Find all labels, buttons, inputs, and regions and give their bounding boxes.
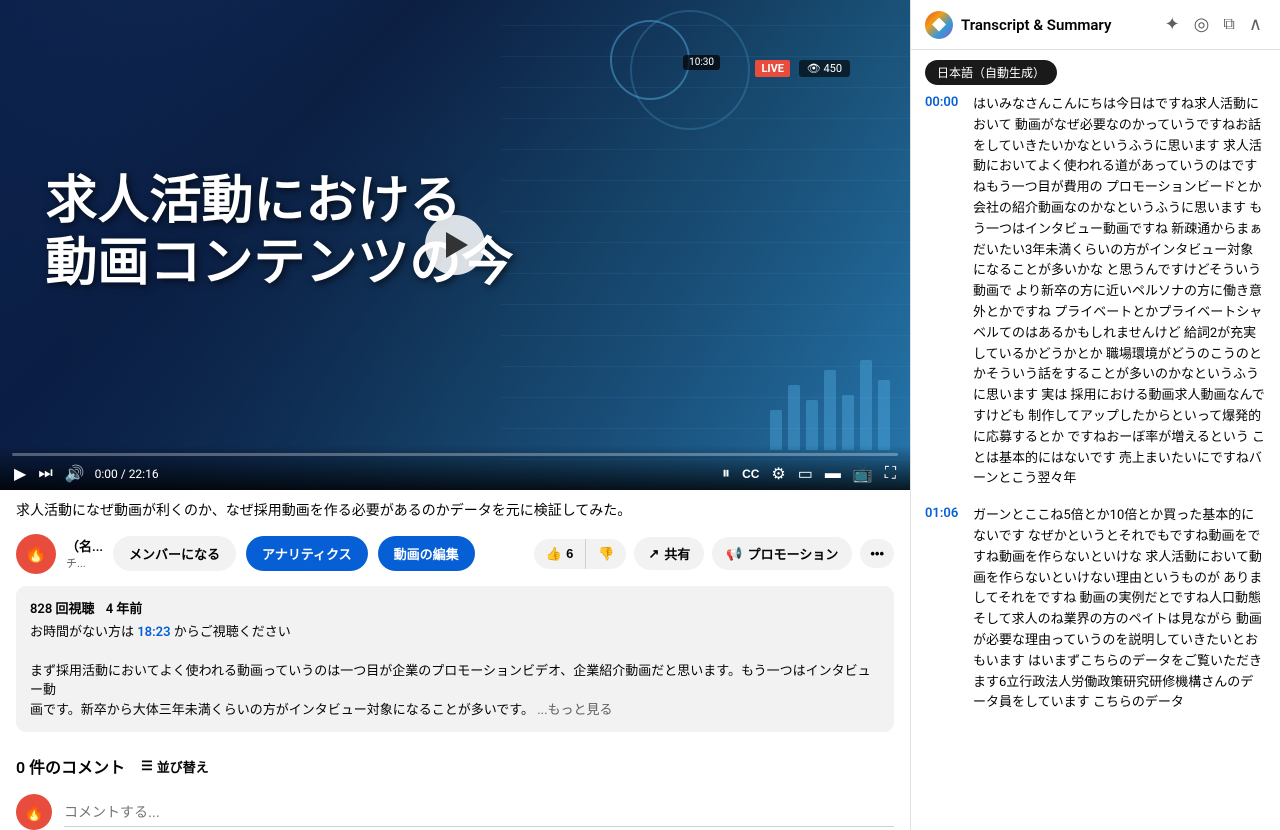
body-line2: 画です。新卒から大体三年未満くらいの方がインタビュー対象になることが多いです。	[30, 703, 534, 718]
transcript-entry-1: 01:06 ガーンとここね5倍とか10倍とか買った基本的にないです なぜかという…	[925, 506, 1266, 714]
edit-button[interactable]: 動画の編集	[378, 536, 475, 571]
dislike-button[interactable]: 👎	[586, 539, 626, 569]
settings-control[interactable]: ⚙	[769, 464, 787, 484]
comment-input-row: 🔥	[16, 794, 894, 830]
captions-control[interactable]: CC	[740, 467, 761, 481]
transcript-time-0[interactable]: 00:00	[925, 95, 961, 490]
settings-icon-button[interactable]: ◎	[1190, 10, 1214, 39]
transcript-body[interactable]: 00:00 はいみなさんこんにちは今日はですね求人活動において 動画がなぜ必要な…	[911, 95, 1280, 830]
upload-date: 4 年前	[106, 602, 143, 617]
video-meta: 828 回視聴 4 年前	[30, 598, 880, 617]
panel-header-icons: ✦ ◎ ⧉ ∧	[1161, 10, 1266, 39]
progress-bar[interactable]	[12, 453, 898, 456]
bar-7	[878, 380, 890, 450]
bar-1	[770, 410, 782, 450]
transcript-text-1: ガーンとここね5倍とか10倍とか買った基本的にないです なぜかというとそれでもで…	[973, 506, 1266, 714]
bar-2	[788, 385, 800, 450]
live-badge: LIVE	[755, 60, 790, 77]
main-content: LIVE 👁 450 10:30 求人活動における 動画コンテンツの今 ▶ ⏭ …	[0, 0, 910, 830]
play-control[interactable]: ▶	[12, 464, 28, 484]
channel-name: （名...	[66, 536, 103, 555]
body-intro-after: からご視聴ください	[174, 625, 291, 640]
view-count-text: 828 回視聴	[30, 602, 95, 617]
panel-logo	[925, 11, 953, 39]
theater-control[interactable]: ▬	[823, 465, 843, 483]
volume-control[interactable]: 🔊	[63, 464, 87, 484]
transcript-entry-0: 00:00 はいみなさんこんにちは今日はですね求人活動において 動画がなぜ必要な…	[925, 95, 1266, 490]
video-body-text: お時間がない方は 18:23 からご視聴ください まず採用活動においてよく使われ…	[30, 623, 880, 721]
copy-icon-button[interactable]: ⧉	[1219, 12, 1238, 38]
channel-name-block: （名... チ...	[66, 536, 103, 571]
deco-circle-2	[630, 10, 750, 130]
panel-header: Transcript & Summary ✦ ◎ ⧉ ∧	[911, 0, 1280, 50]
next-control[interactable]: ⏭	[36, 465, 54, 483]
bar-6	[860, 360, 872, 450]
below-video: 求人活動になぜ動画が利くのか、なぜ採用動画を作る必要があるのかデータを元に検証し…	[0, 490, 910, 754]
transcript-text-0: はいみなさんこんにちは今日はですね求人活動において 動画がなぜ必要なのかっていう…	[973, 95, 1266, 490]
comment-avatar: 🔥	[16, 794, 52, 830]
body-intro: お時間がない方は	[30, 625, 134, 640]
minimize-icon-button[interactable]: ∧	[1245, 10, 1266, 39]
bar-3	[806, 400, 818, 450]
like-button[interactable]: 👍 6	[534, 539, 586, 569]
ai-icon-button[interactable]: ✦	[1161, 10, 1184, 39]
comments-section: 0 件のコメント ☰ 並び替え 🔥	[0, 754, 910, 830]
video-controls: ▶ ⏭ 🔊 0:00 / 22:16 ⏸ CC ⚙ ▭ ▬ 📺 ⛶	[0, 445, 910, 490]
video-player[interactable]: LIVE 👁 450 10:30 求人活動における 動画コンテンツの今 ▶ ⏭ …	[0, 0, 910, 490]
panel-title: Transcript & Summary	[961, 16, 1153, 34]
more-button[interactable]: •••	[860, 539, 894, 568]
comments-header: 0 件のコメント ☰ 並び替え	[16, 754, 894, 778]
more-link[interactable]: ...もっと見る	[537, 703, 612, 718]
like-group: 👍 6 👎	[534, 539, 627, 569]
fullscreen-control[interactable]: ⛶	[883, 465, 898, 483]
comments-count: 0 件のコメント	[16, 754, 125, 778]
transcript-time-1[interactable]: 01:06	[925, 506, 961, 714]
analytics-button[interactable]: アナリティクス	[246, 536, 368, 571]
action-row: 👍 6 👎 ↗ 共有 📢 プロモーション •••	[534, 537, 894, 570]
share-button[interactable]: ↗ 共有	[634, 537, 704, 570]
right-controls: ⏸ CC ⚙ ▭ ▬ 📺 ⛶	[720, 464, 898, 484]
time-badge: 10:30	[683, 55, 720, 70]
chart-bars	[770, 360, 890, 450]
channel-icon: 🔥	[16, 534, 56, 574]
miniplayer-control[interactable]: ▭	[796, 464, 815, 484]
channel-sub: チ...	[66, 555, 103, 571]
view-count-badge: 👁 450	[799, 60, 850, 77]
bar-5	[842, 395, 854, 450]
comment-input[interactable]	[64, 798, 894, 827]
lang-badge-wrapper: 日本語（自動生成）	[911, 50, 1280, 95]
sort-button[interactable]: ☰ 並び替え	[141, 757, 209, 776]
right-panel: Transcript & Summary ✦ ◎ ⧉ ∧ 日本語（自動生成） 0…	[910, 0, 1280, 830]
video-description: 求人活動になぜ動画が利くのか、なぜ採用動画を作る必要があるのかデータを元に検証し…	[16, 502, 894, 522]
play-button[interactable]	[425, 215, 485, 275]
body-line1: まず採用活動においてよく使われる動画っていうのは一つ目が企業のプロモーションビデ…	[30, 664, 871, 699]
member-button[interactable]: メンバーになる	[113, 536, 236, 571]
panel-logo-inner	[932, 18, 946, 32]
timestamp-link[interactable]: 18:23	[137, 625, 170, 640]
video-thumbnail: LIVE 👁 450 10:30 求人活動における 動画コンテンツの今	[0, 0, 910, 490]
channel-row: 🔥 （名... チ... メンバーになる アナリティクス 動画の編集 👍 6 👎…	[16, 534, 894, 574]
video-info-box: 828 回視聴 4 年前 お時間がない方は 18:23 からご視聴ください まず…	[16, 586, 894, 733]
promote-button[interactable]: 📢 プロモーション	[712, 537, 852, 570]
lang-badge: 日本語（自動生成）	[925, 60, 1057, 85]
pause-control[interactable]: ⏸	[720, 465, 732, 483]
controls-row: ▶ ⏭ 🔊 0:00 / 22:16 ⏸ CC ⚙ ▭ ▬ 📺 ⛶	[12, 464, 898, 484]
time-display: 0:00 / 22:16	[95, 467, 159, 481]
bar-4	[824, 370, 836, 450]
cast-control[interactable]: 📺	[851, 464, 875, 484]
